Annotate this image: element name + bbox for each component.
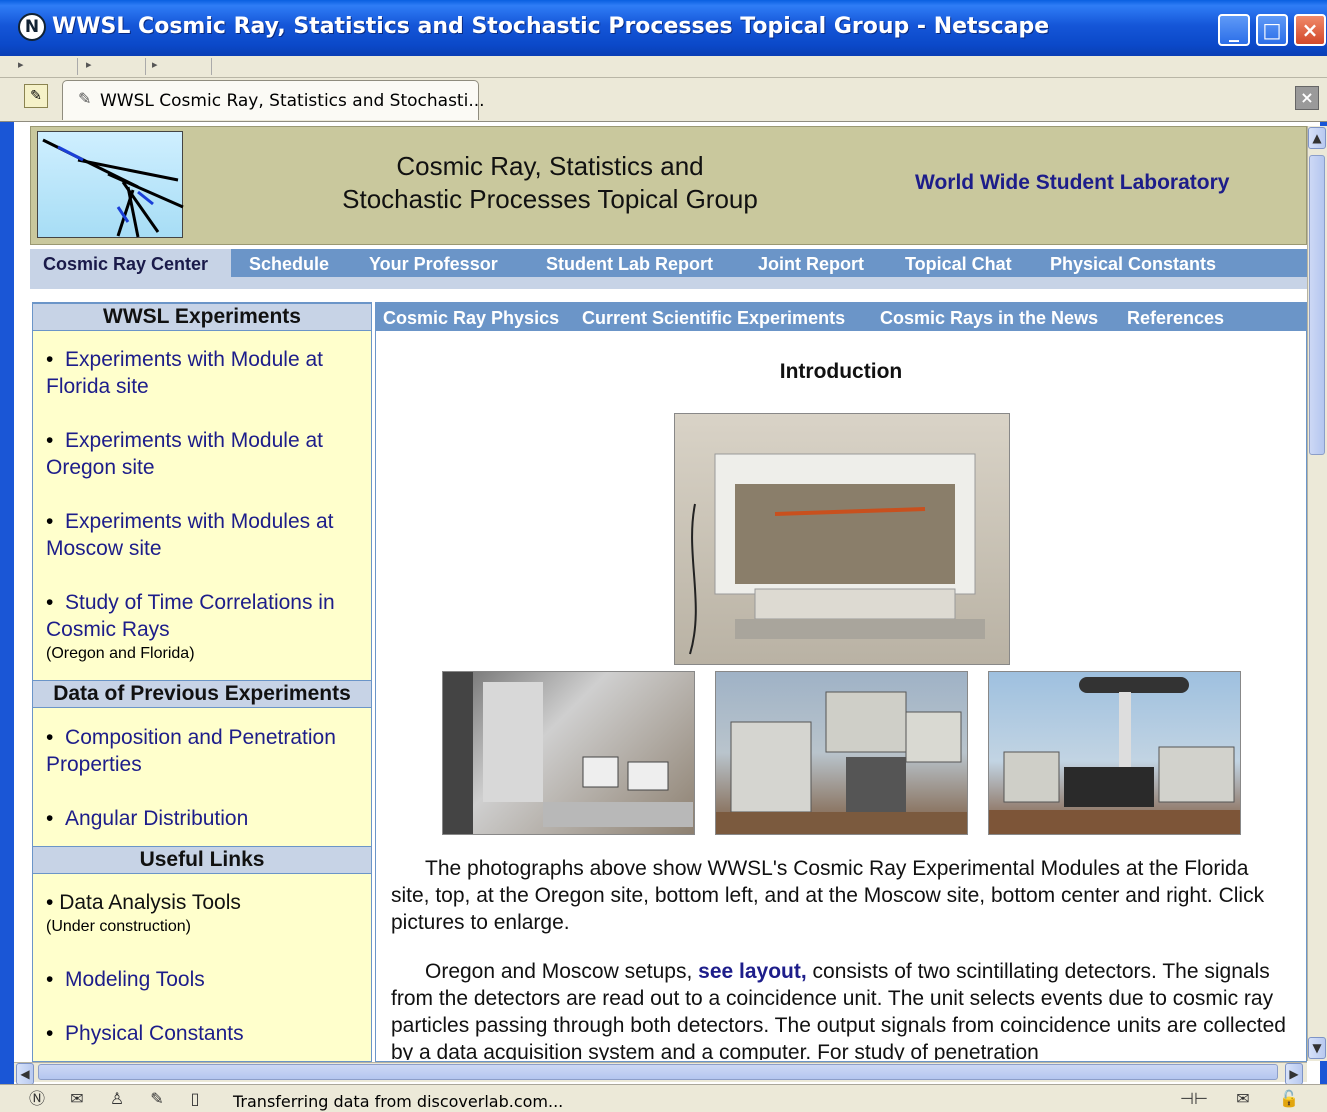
- sidebar-item-label: Experiments with Module at Oregon site: [46, 429, 323, 479]
- close-window-button[interactable]: ×: [1294, 14, 1326, 46]
- status-text: Transferring data from discoverlab.com..…: [233, 1092, 564, 1111]
- security-lock-icon[interactable]: 🔓: [1278, 1089, 1300, 1109]
- sidebar-item-physical-constants[interactable]: • Physical Constants: [46, 1020, 364, 1047]
- scroll-up-icon[interactable]: ▲: [1308, 127, 1326, 149]
- scroll-right-icon[interactable]: ▶: [1285, 1063, 1303, 1085]
- sidebar-note-oregon-florida: (Oregon and Florida): [46, 645, 195, 662]
- photo-moscow-module-2[interactable]: [988, 671, 1241, 835]
- sidebar-item-data-analysis[interactable]: • Data Analysis Tools: [46, 889, 364, 916]
- address-book-icon[interactable]: ▯: [184, 1089, 206, 1109]
- mail-icon[interactable]: ✉: [66, 1089, 88, 1109]
- site-title: Cosmic Ray, Statistics and Stochastic Pr…: [300, 150, 800, 216]
- site-title-line1: Cosmic Ray, Statistics and: [396, 151, 704, 181]
- sidebar-item-florida[interactable]: • Experiments with Module at Florida sit…: [46, 346, 364, 400]
- cosmic-ray-logo: [37, 131, 184, 238]
- sidebar-item-oregon[interactable]: • Experiments with Module at Oregon site: [46, 427, 364, 481]
- bullet-icon: •: [46, 429, 66, 452]
- content-heading: Introduction: [779, 360, 903, 383]
- sidebar-item-label: Data Analysis Tools: [59, 891, 241, 914]
- tab-label: WWSL Cosmic Ray, Statistics and Stochast…: [100, 91, 485, 111]
- para2-text-before: Oregon and Moscow setups,: [425, 960, 699, 983]
- netscape-status-icon[interactable]: Ⓝ: [26, 1089, 48, 1109]
- bullet-icon: •: [46, 807, 66, 830]
- netscape-icon: N: [18, 13, 46, 41]
- bullet-icon: •: [46, 1022, 66, 1045]
- sidebar-note-under-construction: (Under construction): [46, 918, 191, 935]
- subnav-references[interactable]: References: [1127, 305, 1224, 331]
- nav-joint-report[interactable]: Joint Report: [758, 251, 864, 277]
- sidebar-item-angular-distribution[interactable]: • Angular Distribution: [46, 805, 364, 832]
- sidebar-item-label: Study of Time Correlations in Cosmic Ray…: [46, 591, 335, 641]
- page-icon: ✎: [78, 89, 92, 108]
- window-frame-left: [0, 122, 14, 1112]
- subnav-current-experiments[interactable]: Current Scientific Experiments: [582, 305, 845, 331]
- nav-underline: [30, 277, 1307, 289]
- close-tab-icon[interactable]: ×: [1295, 86, 1319, 110]
- vertical-scroll-thumb[interactable]: [1309, 155, 1325, 455]
- sidebar-item-moscow[interactable]: • Experiments with Modules at Moscow sit…: [46, 508, 364, 562]
- sidebar-item-label: Experiments with Modules at Moscow site: [46, 510, 334, 560]
- bullet-icon: •: [46, 726, 66, 749]
- sidebar-item-label: Modeling Tools: [65, 968, 205, 991]
- intro-paragraph-2: Oregon and Moscow setups, see layout, co…: [391, 958, 1291, 1060]
- window-title: WWSL Cosmic Ray, Statistics and Stochast…: [52, 14, 1050, 39]
- connection-icon: ⊣⊢: [1180, 1089, 1208, 1108]
- bullet-icon: •: [46, 348, 66, 371]
- popup-icon[interactable]: ✉: [1232, 1089, 1254, 1109]
- see-layout-link[interactable]: see layout,: [698, 960, 807, 983]
- photo-oregon-module[interactable]: [442, 671, 695, 835]
- toolbar-grip-icon[interactable]: ▸: [18, 58, 78, 75]
- intro-paragraph-1: The photographs above show WWSL's Cosmic…: [391, 857, 1265, 934]
- composer-icon[interactable]: ✎: [146, 1089, 168, 1109]
- sidebar-item-time-correlations[interactable]: • Study of Time Correlations in Cosmic R…: [46, 589, 364, 643]
- nav-student-lab-report[interactable]: Student Lab Report: [546, 251, 713, 277]
- sidebar-item-modeling-tools[interactable]: • Modeling Tools: [46, 966, 364, 993]
- sidebar-item-label: Physical Constants: [65, 1022, 244, 1045]
- sidebar-item-label: Composition and Penetration Properties: [46, 726, 336, 776]
- minimize-button[interactable]: _: [1218, 14, 1250, 46]
- bullet-icon: •: [46, 891, 60, 914]
- horizontal-scroll-thumb[interactable]: [38, 1064, 1278, 1080]
- nav-topical-chat[interactable]: Topical Chat: [905, 251, 1012, 277]
- site-subtitle-link[interactable]: World Wide Student Laboratory: [915, 171, 1229, 195]
- toolbar-grip-icon[interactable]: ▸: [86, 58, 146, 75]
- sidebar-heading-links: Useful Links: [33, 846, 371, 874]
- nav-physical-constants[interactable]: Physical Constants: [1050, 251, 1216, 277]
- sidebar-heading-experiments: WWSL Experiments: [33, 303, 371, 331]
- toolbar-grip-icon[interactable]: ▸: [152, 58, 212, 75]
- photo-moscow-module-1[interactable]: [715, 671, 968, 835]
- subnav-cosmic-rays-news[interactable]: Cosmic Rays in the News: [880, 305, 1098, 331]
- photo-florida-module[interactable]: [674, 413, 1010, 665]
- bullet-icon: •: [46, 591, 66, 614]
- bullet-icon: •: [46, 968, 66, 991]
- new-tab-icon[interactable]: ✎: [24, 84, 48, 108]
- sidebar-heading-previous: Data of Previous Experiments: [33, 680, 371, 708]
- site-title-line2: Stochastic Processes Topical Group: [342, 184, 758, 214]
- im-icon[interactable]: ♙: [106, 1089, 128, 1109]
- nav-schedule[interactable]: Schedule: [249, 251, 329, 277]
- sidebar-item-composition[interactable]: • Composition and Penetration Properties: [46, 724, 364, 778]
- subnav-cosmic-ray-physics[interactable]: Cosmic Ray Physics: [383, 305, 559, 331]
- nav-cosmic-ray-center[interactable]: Cosmic Ray Center: [43, 251, 208, 277]
- sidebar-item-label: Angular Distribution: [65, 807, 249, 830]
- sidebar-item-label: Experiments with Module at Florida site: [46, 348, 323, 398]
- scroll-down-icon[interactable]: ▼: [1308, 1037, 1326, 1059]
- scroll-left-icon[interactable]: ◀: [16, 1063, 34, 1085]
- bullet-icon: •: [46, 510, 66, 533]
- maximize-button[interactable]: □: [1256, 14, 1288, 46]
- nav-your-professor[interactable]: Your Professor: [369, 251, 498, 277]
